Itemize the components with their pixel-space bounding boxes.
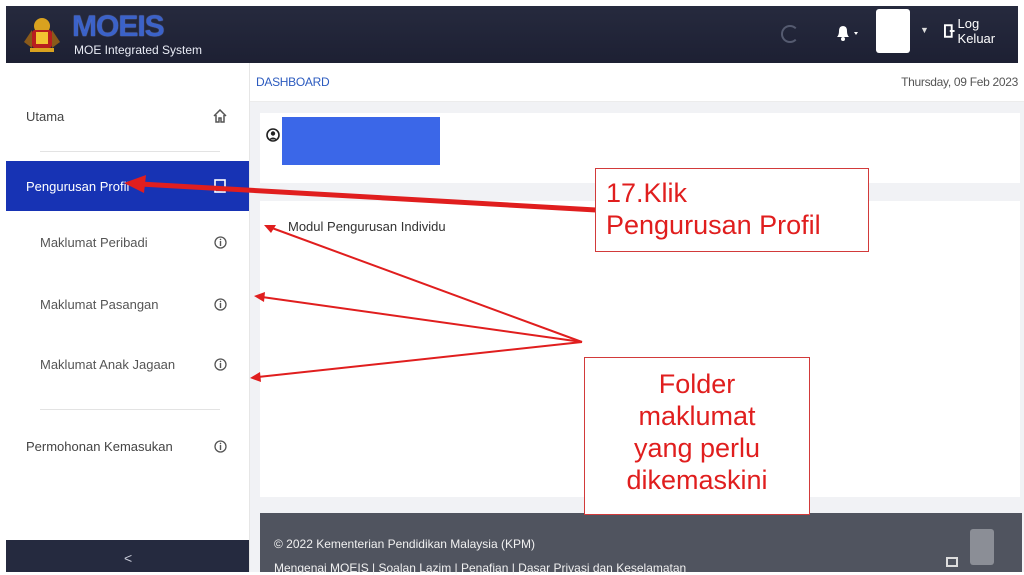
divider — [40, 151, 220, 152]
footer-links[interactable]: Mengenai MOEIS | Soalan Lazim | Penafian… — [274, 561, 686, 575]
chevron-down-icon[interactable]: ▼ — [920, 25, 929, 35]
home-icon — [211, 107, 229, 125]
sidebar-item-label: Pengurusan Profil — [26, 178, 130, 194]
brand-subtitle: MOE Integrated System — [74, 43, 203, 57]
sidebar-item-maklumat-pasangan[interactable]: Maklumat Pasangan — [6, 283, 249, 325]
main-content: DASHBOARD Thursday, 09 Feb 2023 Modul Pe… — [250, 63, 1024, 575]
page-footer: © 2022 Kementerian Pendidikan Malaysia (… — [260, 513, 1022, 575]
sidebar-item-label: Maklumat Pasangan — [40, 296, 159, 312]
chat-icon[interactable] — [946, 557, 958, 567]
logout-label: Log Keluar — [957, 16, 996, 46]
info-icon — [211, 355, 229, 373]
copyright-text: © 2022 Kementerian Pendidikan Malaysia (… — [274, 537, 535, 551]
bell-icon — [837, 26, 858, 41]
user-avatar[interactable] — [876, 9, 910, 53]
scroll-top-button[interactable] — [970, 529, 994, 565]
sidebar: Utama Pengurusan Profil Maklumat Peribad… — [6, 63, 250, 572]
info-icon — [211, 295, 229, 313]
module-title: Modul Pengurusan Individu — [288, 219, 446, 234]
info-icon — [211, 437, 229, 455]
redacted-user-name — [282, 117, 440, 165]
logout-icon — [944, 24, 955, 38]
crest-logo-icon — [24, 18, 60, 52]
current-date: Thursday, 09 Feb 2023 — [901, 75, 1018, 89]
user-card — [260, 113, 1020, 183]
brand-logo-text: MOEIS — [72, 10, 165, 43]
sidebar-footer: < — [6, 540, 249, 572]
logout-button[interactable]: Log Keluar — [944, 16, 1018, 46]
top-navbar: MOEIS MOE Integrated System ▼ Log Keluar — [6, 6, 1018, 63]
sidebar-item-label: Maklumat Peribadi — [40, 234, 148, 250]
id-card-icon — [211, 177, 229, 195]
sidebar-item-pengurusan-profil[interactable]: Pengurusan Profil — [6, 161, 249, 211]
breadcrumb-bar: DASHBOARD Thursday, 09 Feb 2023 — [250, 63, 1024, 102]
loading-spinner-icon — [781, 25, 799, 43]
sidebar-item-maklumat-peribadi[interactable]: Maklumat Peribadi — [6, 221, 249, 263]
sidebar-item-label: Maklumat Anak Jagaan — [40, 356, 176, 372]
collapse-sidebar-button[interactable]: < — [124, 550, 132, 566]
breadcrumb-dashboard[interactable]: DASHBOARD — [256, 75, 330, 89]
info-icon — [211, 233, 229, 251]
module-card: Modul Pengurusan Individu — [260, 201, 1020, 497]
brand[interactable]: MOEIS MOE Integrated System — [20, 10, 260, 60]
notifications-button[interactable] — [834, 23, 864, 43]
sidebar-item-permohonan-kemasukan[interactable]: Permohonan Kemasukan — [6, 425, 249, 467]
sidebar-item-label: Permohonan Kemasukan — [26, 438, 173, 454]
divider — [40, 409, 220, 410]
sidebar-item-label: Utama — [26, 108, 65, 124]
sidebar-item-utama[interactable]: Utama — [6, 93, 249, 139]
sidebar-item-maklumat-anak-jagaan[interactable]: Maklumat Anak Jagaan — [6, 343, 249, 385]
user-icon — [266, 128, 280, 142]
